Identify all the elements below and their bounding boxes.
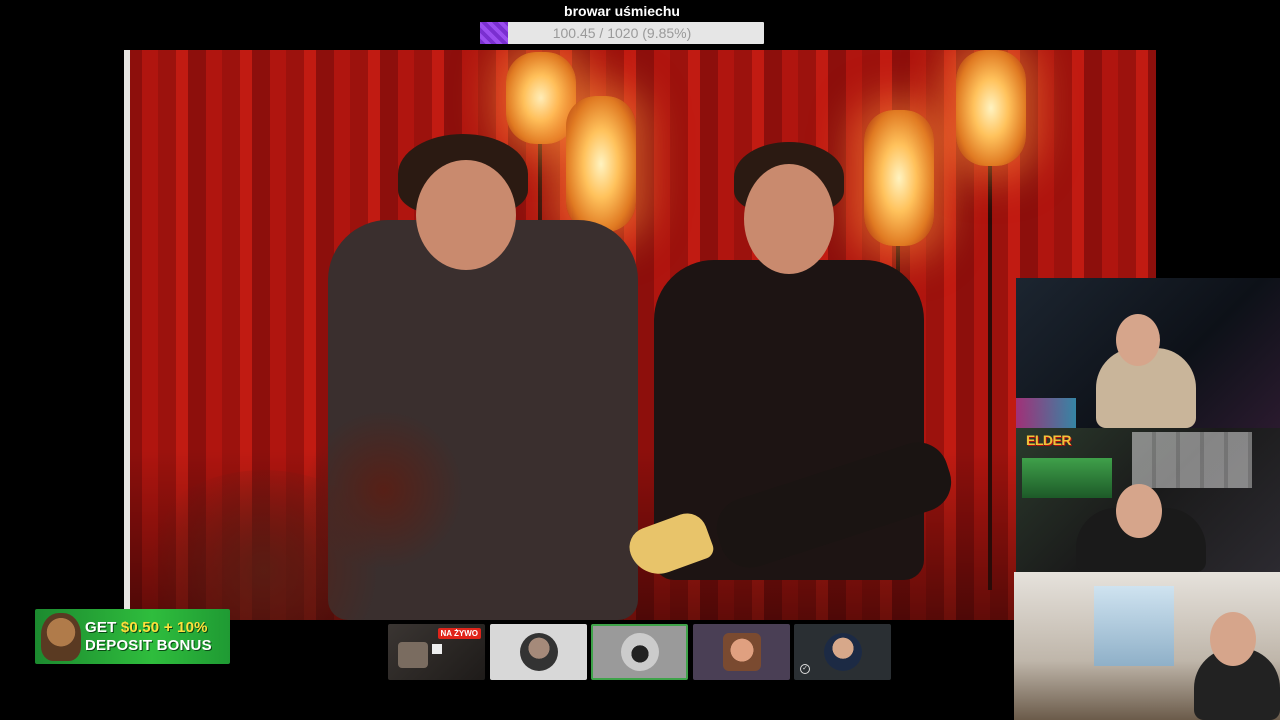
webcam-3 [1014,572,1280,720]
streamer-head [1116,314,1160,366]
keyboard-rgb [1016,398,1076,428]
goal-title: browar uśmiechu [564,3,680,19]
goal-progress-bar: 100.45 / 1020 (9.85%) [480,22,764,44]
shelf [1132,432,1252,488]
lamp [566,96,636,232]
participant-avatar [519,633,558,671]
muted-icon: ✓ [800,664,810,674]
person-head [744,164,834,274]
live-badge: NA ŻYWO [437,628,481,639]
person-head [416,160,516,270]
deposit-bonus-banner[interactable]: GET $0.50 + 10% DEPOSIT BONUS [35,609,230,664]
promo-line1: GET $0.50 + 10% [85,619,208,636]
goal-progress-text: 100.45 / 1020 (9.85%) [552,25,692,41]
elder-logo: ELDER [1026,432,1071,448]
participant-tile[interactable] [693,624,790,680]
lamp-pole [988,160,992,590]
participant-avatar [823,633,862,671]
lamp [864,110,934,246]
foreground-plant [304,410,464,570]
wall-edge [124,50,130,620]
promo-line2: DEPOSIT BONUS [85,637,212,654]
participant-tile[interactable]: ✓ [794,624,891,680]
lamp [956,50,1026,166]
participant-video [432,644,442,654]
participant-tile[interactable]: NA ŻYWO [388,624,485,680]
webcam-1 [1016,278,1280,428]
participant-avatar [722,633,761,671]
window [1094,586,1174,666]
participant-tile-active[interactable] [591,624,688,680]
aquarium [1022,458,1112,498]
participant-video [398,642,428,668]
participant-avatar [620,633,659,671]
streamer-head [1210,612,1256,666]
webcam-2: ELDER [1016,428,1280,572]
participant-tile[interactable] [490,624,587,680]
main-video[interactable] [124,50,1156,620]
streamer-head [1116,484,1162,538]
promo-mascot-icon [41,613,81,661]
